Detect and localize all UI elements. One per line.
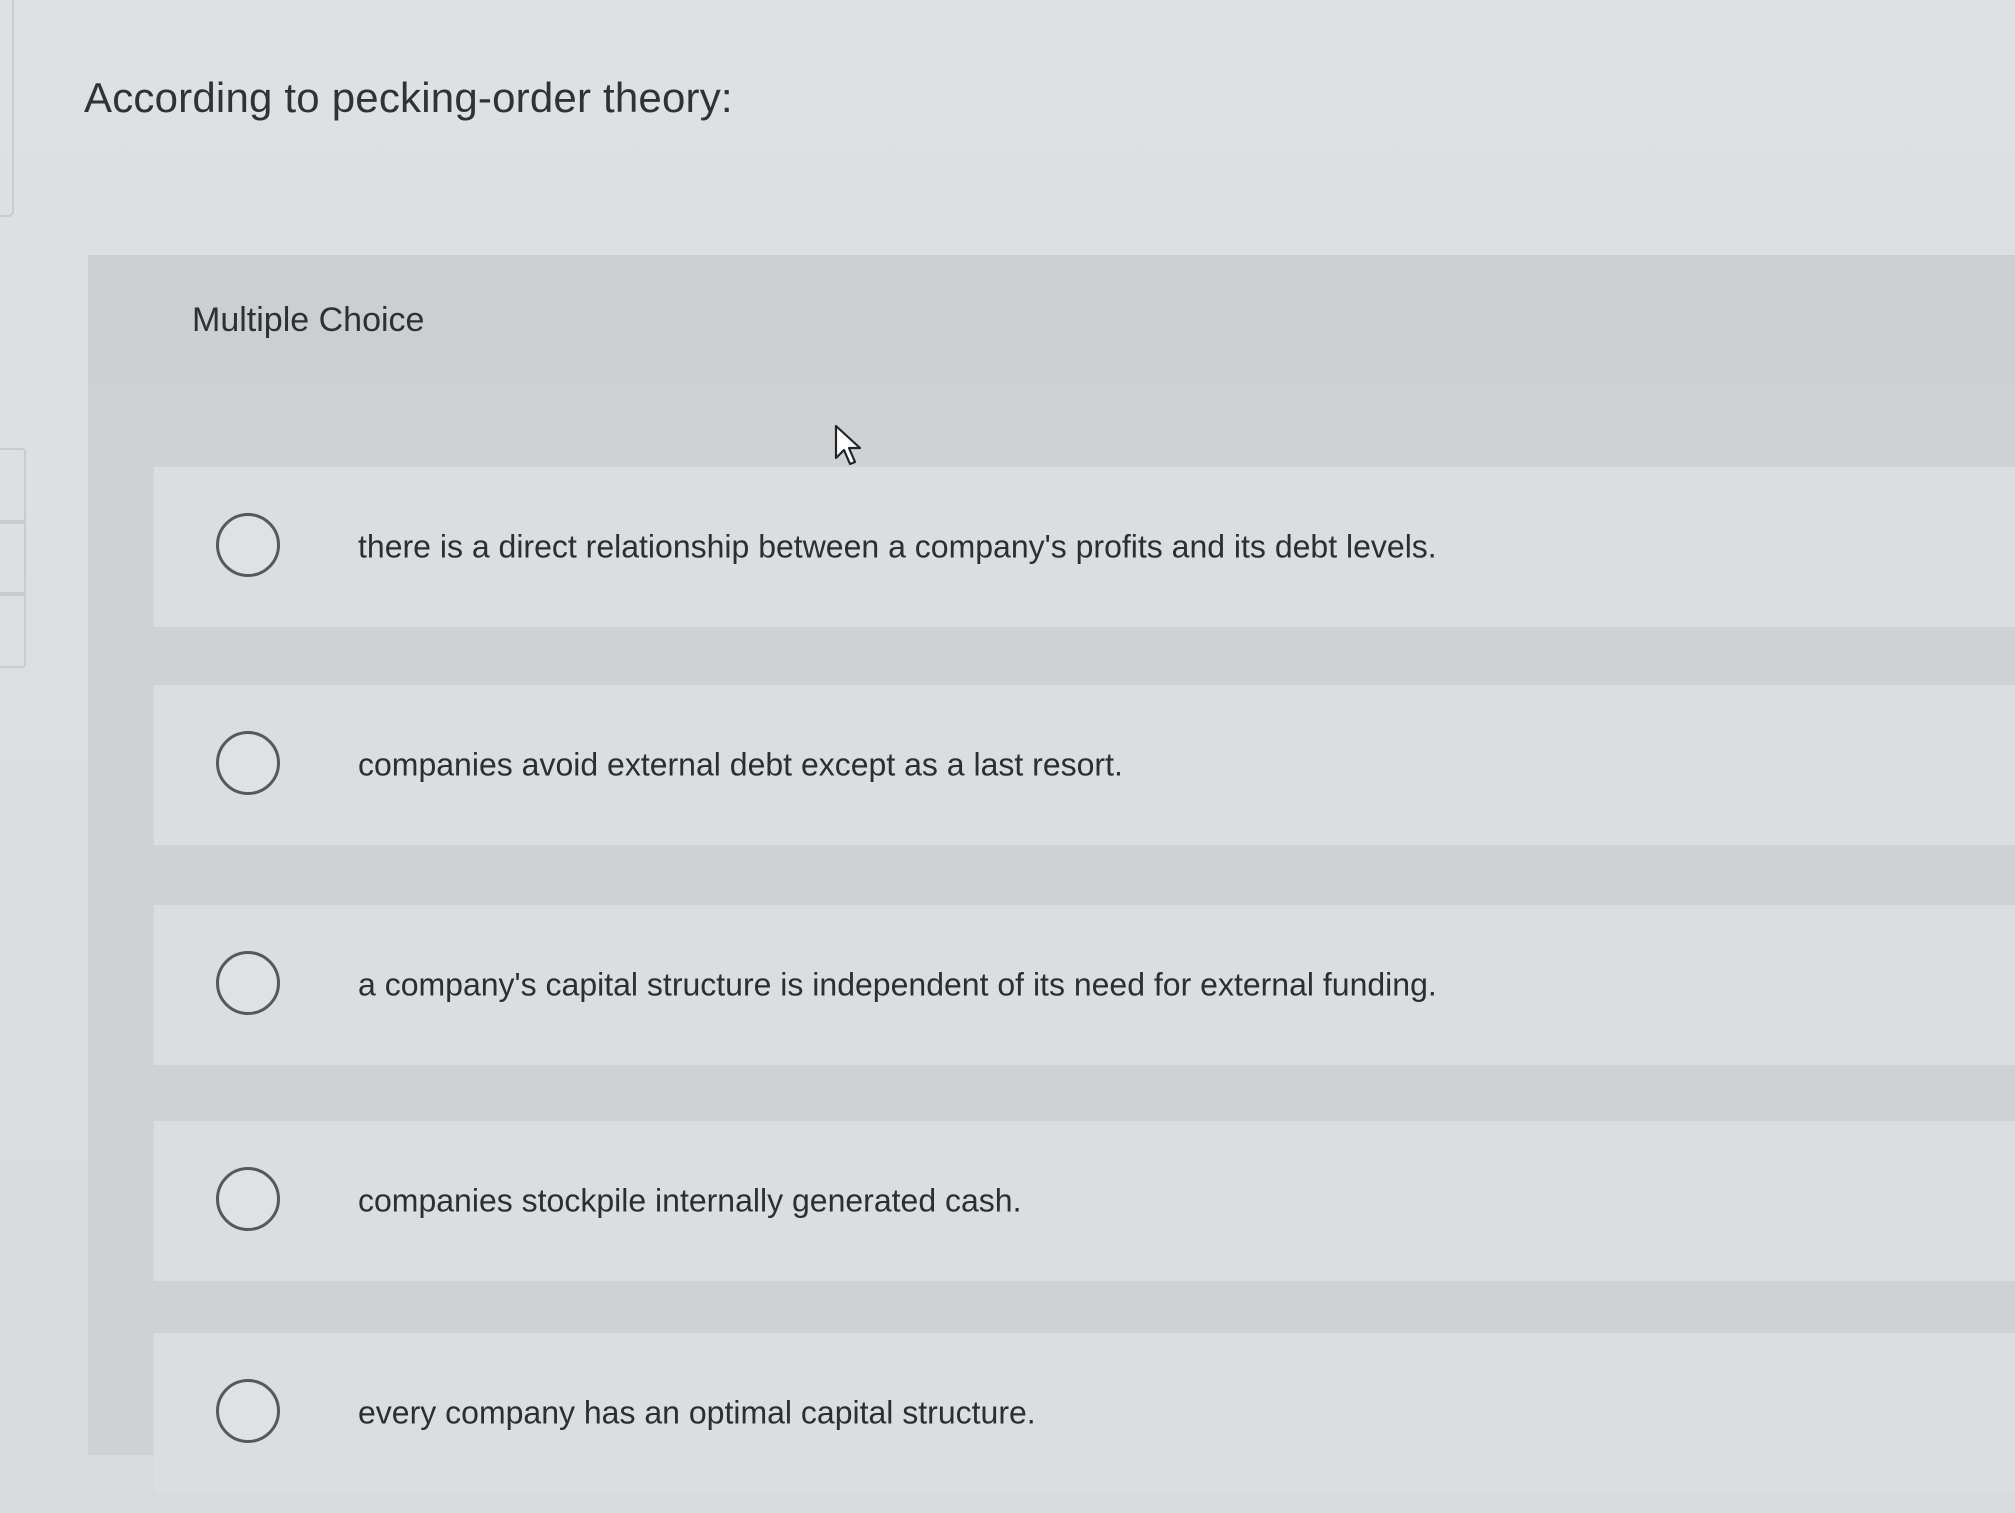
choice-text: companies stockpile internally generated… — [358, 1182, 1022, 1219]
choice-text: there is a direct relationship between a… — [358, 528, 1437, 565]
choice-text: companies avoid external debt except as … — [358, 746, 1123, 783]
multiple-choice-header: Multiple Choice — [88, 255, 2015, 383]
choice-option-3[interactable]: a company's capital structure is indepen… — [154, 905, 2015, 1065]
radio-unchecked-icon[interactable] — [216, 513, 280, 577]
multiple-choice-label: Multiple Choice — [192, 301, 425, 339]
choice-option-2[interactable]: companies avoid external debt except as … — [154, 685, 2015, 845]
radio-unchecked-icon[interactable] — [216, 731, 280, 795]
question-prompt: According to pecking-order theory: — [84, 74, 733, 121]
choice-option-4[interactable]: companies stockpile internally generated… — [154, 1121, 2015, 1281]
radio-unchecked-icon[interactable] — [216, 1167, 280, 1231]
left-rail-tab[interactable] — [0, 448, 26, 524]
radio-unchecked-icon[interactable] — [216, 1379, 280, 1443]
choice-option-5[interactable]: every company has an optimal capital str… — [154, 1333, 2015, 1493]
left-rail-tab[interactable] — [0, 592, 26, 668]
radio-unchecked-icon[interactable] — [216, 951, 280, 1015]
choice-option-1[interactable]: there is a direct relationship between a… — [154, 467, 2015, 627]
multiple-choice-panel: Multiple Choice there is a direct relati… — [88, 255, 2015, 1493]
left-rail-tab[interactable] — [0, 520, 26, 596]
choice-text: every company has an optimal capital str… — [358, 1394, 1036, 1431]
left-rail-edge — [0, 0, 14, 217]
choice-text: a company's capital structure is indepen… — [358, 966, 1437, 1003]
mouse-pointer-icon — [834, 424, 862, 466]
